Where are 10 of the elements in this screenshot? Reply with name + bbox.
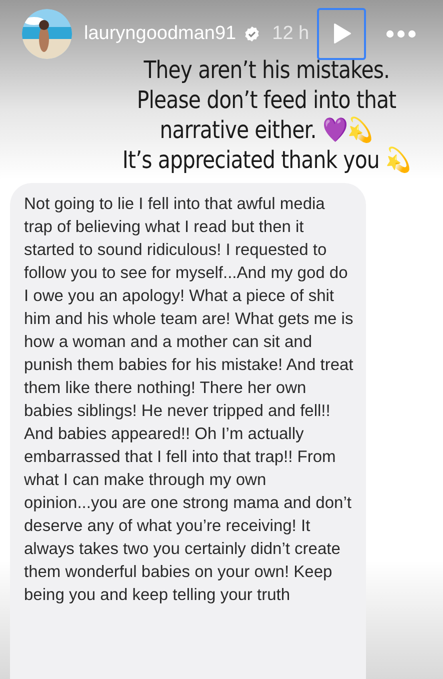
caption-line: Please don’t feed into that — [136, 86, 396, 114]
username[interactable]: lauryngoodman91 — [84, 20, 236, 48]
more-icon — [386, 30, 416, 38]
caption-line: narrative either. 💜💫 — [160, 116, 373, 144]
message-text: Not going to lie I fell into that awful media trap of believing what I read but then it started to sound ridiculous! I requested to follow you to see for myself...And my god do I owe you an apology! What a piece of shit him and his whole team are! What gets me is how a woman and a mother can sit and punish them babies for his mistake! And treat them like there nothing! There her own babies siblings! He never tripped and fell!! And babies appeared!! Oh I’m actually embarrassed that I fell into that trap!! From what I can make through my own opinion...you are one strong mama and don’t deserve any of what you’re receiving! It always takes two you certainly didn’t create them wonderful babies on your own! Keep being you and keep telling your truth — [24, 194, 354, 606]
caption-line: They aren’t his mistakes. — [144, 56, 390, 84]
play-icon — [332, 23, 352, 45]
time-label: 12 h — [272, 22, 310, 46]
play-button[interactable] — [317, 8, 366, 60]
caption-line: It’s appreciated thank you 💫 — [122, 146, 411, 174]
